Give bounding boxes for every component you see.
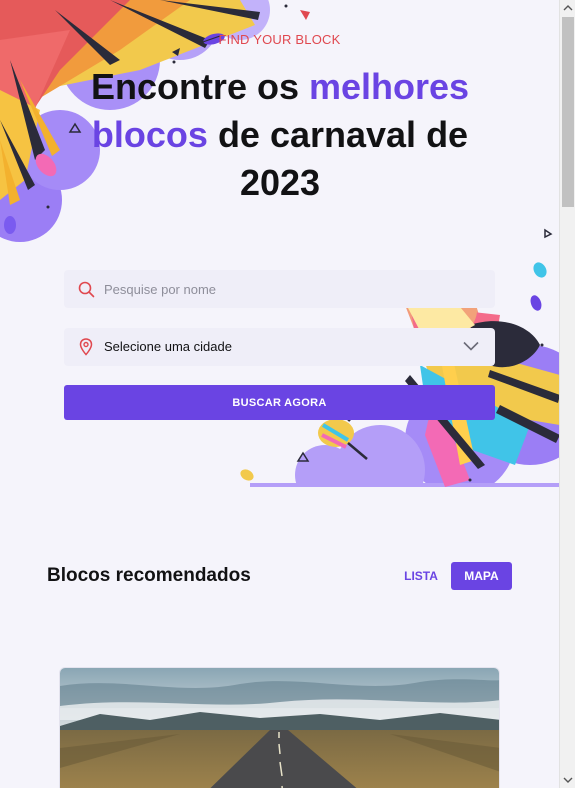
search-input[interactable] — [104, 270, 484, 308]
hero-title: Encontre os melhores blocos de carnaval d… — [60, 63, 500, 207]
map-pin-icon — [79, 338, 93, 356]
recommended-section-title: Blocos recomendados — [47, 565, 251, 586]
vertical-scrollbar[interactable] — [559, 0, 575, 788]
view-map-button[interactable]: MAPA — [451, 562, 512, 590]
page: FIND YOUR BLOCK Encontre os melhores bloc… — [0, 0, 559, 788]
search-icon — [78, 281, 95, 298]
block-card-image — [60, 668, 499, 788]
view-list-button[interactable]: LISTA — [396, 562, 446, 590]
scrollbar-thumb[interactable] — [562, 17, 574, 207]
hero-title-part1: Encontre os — [90, 66, 309, 107]
hero-eyebrow: FIND YOUR BLOCK — [218, 32, 341, 47]
search-submit-button[interactable]: BUSCAR AGORA — [64, 385, 495, 420]
hero-title-accent-2: blocos — [91, 114, 208, 155]
city-select[interactable]: Selecione uma cidade — [64, 328, 495, 366]
scroll-down-arrow-icon[interactable] — [560, 772, 575, 788]
hero-title-accent-1: melhores — [308, 66, 470, 107]
chevron-down-icon — [463, 341, 479, 351]
block-card[interactable] — [59, 667, 500, 788]
hero-title-part2: de carnaval de 2023 — [207, 114, 469, 203]
scroll-up-arrow-icon[interactable] — [560, 0, 575, 16]
city-select-value: Selecione uma cidade — [104, 339, 232, 354]
search-field[interactable] — [64, 270, 495, 308]
